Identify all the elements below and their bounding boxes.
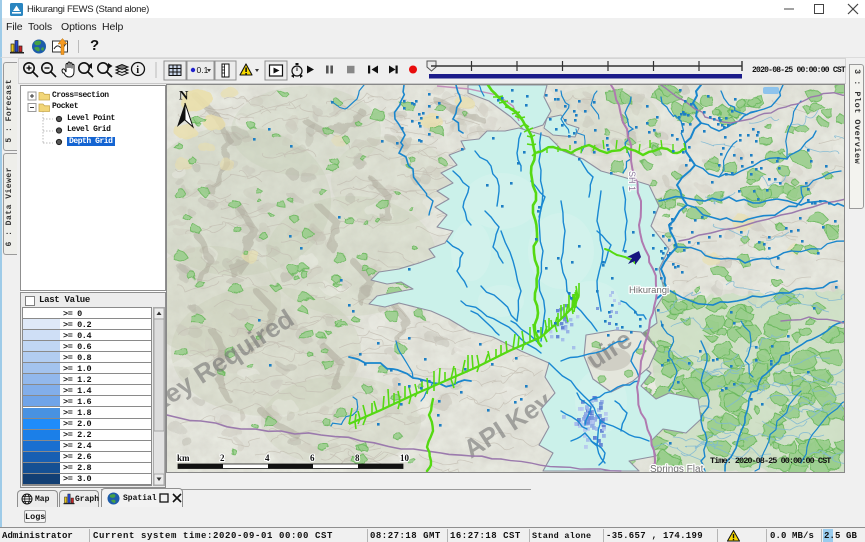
- svg-text:i: i: [136, 65, 139, 76]
- svg-text:Hikurangi: Hikurangi: [629, 285, 669, 296]
- svg-text:2: 2: [220, 453, 225, 463]
- svg-text:km: km: [177, 453, 190, 463]
- svg-text:Springs Flat: Springs Flat: [650, 464, 704, 473]
- svg-text:8: 8: [355, 453, 360, 463]
- svg-text:0.1: 0.1: [197, 65, 209, 75]
- svg-text:N: N: [179, 88, 189, 103]
- svg-text:4: 4: [265, 453, 270, 463]
- svg-text:6: 6: [310, 453, 315, 463]
- svg-text:10: 10: [400, 453, 410, 463]
- svg-text:SH 1: SH 1: [627, 171, 637, 191]
- svg-text:Time: 2020-08-25 00:00:00 CST: Time: 2020-08-25 00:00:00 CST: [710, 456, 831, 466]
